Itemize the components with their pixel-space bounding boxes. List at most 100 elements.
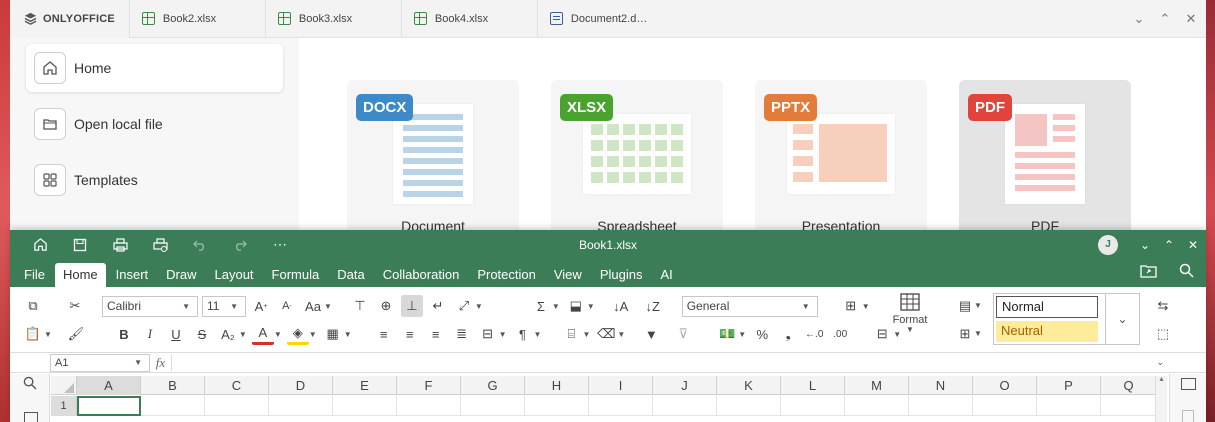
chevron-down-icon[interactable]: ▼	[475, 302, 483, 311]
chevron-down-icon[interactable]: ⌄	[1105, 294, 1139, 344]
change-case-icon[interactable]: Aa	[302, 295, 324, 317]
tab-collaboration[interactable]: Collaboration	[375, 263, 468, 287]
open-file-location-icon[interactable]	[1140, 263, 1157, 281]
underline-icon[interactable]: U	[165, 323, 187, 345]
chevron-down-icon[interactable]: ▼	[309, 330, 317, 339]
percent-icon[interactable]: %	[751, 323, 773, 345]
cell[interactable]	[653, 396, 717, 416]
expand-formula-icon[interactable]: ⌄	[1156, 357, 1164, 368]
copy-icon[interactable]: ⧉	[22, 295, 44, 317]
tab-layout[interactable]: Layout	[207, 263, 262, 287]
decrease-decimal-icon[interactable]: ←.0	[803, 323, 825, 345]
paste-icon[interactable]: 📋	[22, 323, 44, 345]
create-presentation-card[interactable]: PPTX Presentation	[755, 80, 927, 240]
named-ranges-icon[interactable]: ⌸	[560, 323, 582, 345]
filter-icon[interactable]: ▼	[640, 323, 662, 345]
more-icon[interactable]: ⋯	[260, 236, 300, 253]
create-spreadsheet-card[interactable]: XLSX Spreadsheet	[551, 80, 723, 240]
replace-icon[interactable]: ⇆	[1152, 295, 1174, 317]
bold-icon[interactable]: B	[113, 323, 135, 345]
chevron-down-icon[interactable]: ▼	[534, 330, 542, 339]
cell[interactable]	[269, 396, 333, 416]
tab-document2[interactable]: Document2.d…	[536, 0, 673, 38]
cell[interactable]	[525, 396, 589, 416]
print-icon[interactable]	[100, 237, 140, 252]
chevron-down-icon[interactable]: ▼	[324, 302, 332, 311]
borders-icon[interactable]: ▦	[322, 323, 344, 345]
font-name-select[interactable]: Calibri ▼	[102, 295, 198, 317]
subscript-icon[interactable]: A₂	[217, 323, 239, 345]
cell-a1[interactable]	[77, 396, 141, 416]
chevron-down-icon[interactable]: ▼	[617, 330, 625, 339]
format-painter-icon[interactable]: 🖌	[65, 323, 87, 345]
table-style-icon[interactable]: ⊞	[954, 323, 976, 345]
chevron-down-icon[interactable]: ▼	[738, 330, 746, 339]
column-header[interactable]: H	[525, 376, 589, 395]
column-header[interactable]: Q	[1101, 376, 1157, 395]
sort-descending-icon[interactable]: ↓Z	[642, 295, 664, 317]
paragraph-icon[interactable]: ¶	[512, 323, 534, 345]
column-header[interactable]: D	[269, 376, 333, 395]
chevron-down-icon[interactable]: ▼	[862, 302, 870, 311]
formula-input[interactable]	[172, 354, 1206, 372]
decrease-font-icon[interactable]: A-	[276, 295, 298, 317]
vertical-scrollbar[interactable]: ▲	[1155, 376, 1167, 422]
cell[interactable]	[141, 396, 205, 416]
cut-icon[interactable]: ✂	[64, 295, 86, 317]
tab-ai[interactable]: AI	[652, 263, 680, 287]
format-as-table-button[interactable]: Format ▼	[888, 293, 932, 334]
tab-data[interactable]: Data	[329, 263, 372, 287]
tab-insert[interactable]: Insert	[108, 263, 157, 287]
quick-print-icon[interactable]	[140, 237, 180, 252]
column-header[interactable]: G	[461, 376, 525, 395]
sidebar-item-templates[interactable]: Templates	[26, 156, 283, 204]
tab-book3[interactable]: Book3.xlsx	[264, 0, 401, 38]
chevron-down-icon[interactable]: ▼	[582, 330, 590, 339]
column-header[interactable]: J	[653, 376, 717, 395]
increase-font-icon[interactable]: A +	[250, 295, 272, 317]
column-header[interactable]: E	[333, 376, 397, 395]
column-header[interactable]: F	[397, 376, 461, 395]
cell[interactable]	[909, 396, 973, 416]
fill-color-icon[interactable]: ◈	[286, 323, 309, 345]
align-bottom-icon[interactable]: ⊥	[400, 295, 423, 317]
chevron-down-icon[interactable]: ▼	[499, 330, 507, 339]
column-header[interactable]: K	[717, 376, 781, 395]
cell[interactable]	[1101, 396, 1157, 416]
column-header[interactable]: L	[781, 376, 845, 395]
chevron-down-icon[interactable]: ▼	[974, 301, 982, 310]
create-pdf-card[interactable]: PDF PDF	[959, 80, 1131, 240]
tab-plugins[interactable]: Plugins	[592, 263, 651, 287]
cell-settings-icon[interactable]	[1181, 378, 1196, 390]
merge-cells-icon[interactable]: ⊟	[477, 323, 499, 345]
wrap-text-icon[interactable]: ↵	[427, 295, 449, 317]
accounting-format-icon[interactable]: 💵	[716, 323, 738, 345]
column-header[interactable]: B	[141, 376, 205, 395]
sum-icon[interactable]: Σ	[530, 295, 552, 317]
comma-style-icon[interactable]: ❟	[777, 323, 799, 345]
chevron-down-icon[interactable]: ▼	[274, 330, 282, 339]
column-header[interactable]: O	[973, 376, 1037, 395]
chevron-down-icon[interactable]: ⌄	[1132, 11, 1146, 27]
cell[interactable]	[973, 396, 1037, 416]
search-icon[interactable]	[23, 376, 37, 393]
strikethrough-icon[interactable]: S	[191, 323, 213, 345]
name-box[interactable]: A1 ▼	[50, 353, 150, 372]
redo-icon[interactable]	[220, 239, 260, 251]
tab-file[interactable]: File	[16, 263, 53, 287]
close-icon[interactable]: ✕	[1186, 238, 1200, 252]
number-format-select[interactable]: General ▼	[681, 295, 818, 317]
tab-protection[interactable]: Protection	[469, 263, 544, 287]
chevron-down-icon[interactable]: ▼	[239, 330, 247, 339]
column-header[interactable]: M	[845, 376, 909, 395]
cell[interactable]	[461, 396, 525, 416]
text-orientation-icon[interactable]: ⤢	[453, 295, 475, 317]
tab-formula[interactable]: Formula	[264, 263, 328, 287]
cell[interactable]	[781, 396, 845, 416]
align-center-icon[interactable]: ≡	[399, 323, 421, 345]
save-icon[interactable]	[60, 238, 100, 252]
cell[interactable]	[205, 396, 269, 416]
tab-book2[interactable]: Book2.xlsx	[128, 0, 265, 38]
select-all-corner[interactable]	[51, 376, 77, 395]
align-middle-icon[interactable]: ⊕	[375, 295, 397, 317]
